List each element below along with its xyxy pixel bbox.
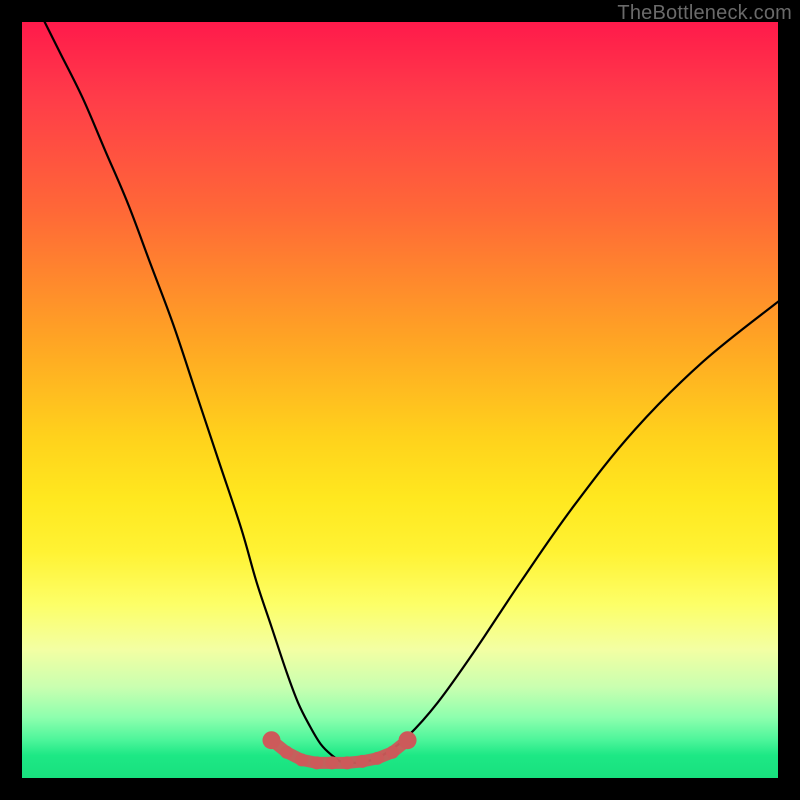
- marker-dot: [399, 731, 417, 749]
- plot-area: [22, 22, 778, 778]
- marker-dot: [356, 755, 369, 768]
- marker-dot: [295, 753, 308, 766]
- chart-svg: [22, 22, 778, 778]
- marker-dot: [386, 746, 399, 759]
- bottleneck-curve: [45, 22, 778, 764]
- watermark-text: TheBottleneck.com: [617, 2, 792, 25]
- marker-dot: [280, 746, 293, 759]
- marker-dot: [341, 756, 354, 769]
- marker-dot: [371, 752, 384, 765]
- marker-dot: [262, 731, 280, 749]
- marker-dot: [310, 756, 323, 769]
- marker-dot: [325, 756, 338, 769]
- chart-frame: TheBottleneck.com: [0, 0, 800, 800]
